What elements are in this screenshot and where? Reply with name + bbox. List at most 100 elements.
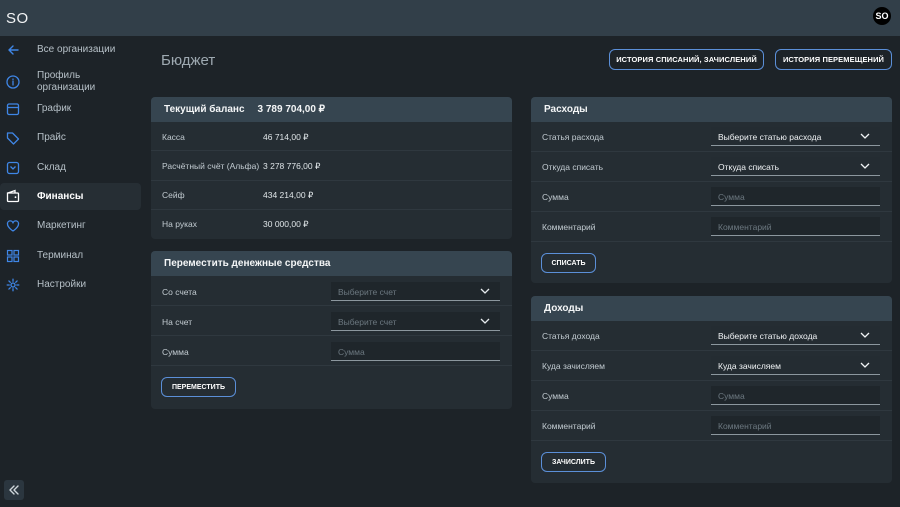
transfer-amount-label: Сумма [162, 347, 189, 357]
transfer-from-label: Со счета [162, 287, 197, 297]
expense-comment-placeholder: Комментарий [718, 222, 772, 232]
transfer-from-row: Со счета Выберите счет [151, 276, 512, 306]
chevron-down-icon [860, 332, 870, 338]
expense-amount-row: Сумма Сумма [531, 182, 892, 212]
box-icon [6, 161, 20, 175]
heart-icon [6, 220, 20, 232]
write-off-button[interactable]: СПИСАТЬ [541, 253, 596, 273]
sidebar-item-finance[interactable]: Финансы [0, 183, 141, 210]
transfer-card-header: Переместить денежные средства [151, 251, 512, 276]
sidebar-item-marketing[interactable]: Маркетинг [0, 219, 141, 233]
income-comment-placeholder: Комментарий [718, 421, 772, 431]
income-amount-row: Сумма Сумма [531, 381, 892, 411]
expense-source-row: Откуда списать Откуда списать [531, 152, 892, 182]
transfer-card: Переместить денежные средства Со счета В… [151, 251, 512, 409]
transfer-to-select[interactable]: Выберите счет [331, 312, 500, 331]
expenses-card: Расходы Статья расхода Выберите статью р… [531, 97, 892, 283]
balance-row-value: 3 278 776,00 ₽ [263, 161, 321, 171]
income-article-row: Статья дохода Выберите статью дохода [531, 321, 892, 351]
info-circle-icon [6, 75, 20, 89]
income-dest-select[interactable]: Куда зачисляем [711, 356, 880, 375]
transfer-from-select[interactable]: Выберите счет [331, 282, 500, 301]
balance-row-value: 30 000,00 ₽ [263, 219, 309, 229]
transfer-amount-placeholder: Сумма [338, 347, 365, 357]
expense-comment-label: Комментарий [542, 222, 596, 232]
income-article-select[interactable]: Выберите статью дохода [711, 326, 880, 345]
sidebar-item-price[interactable]: Прайс [0, 131, 141, 145]
chevron-down-icon [480, 288, 490, 294]
sidebar: Все организации Профиль организации Граф… [0, 36, 142, 507]
transfer-to-placeholder: Выберите счет [338, 317, 397, 327]
user-avatar[interactable]: SO [873, 7, 891, 25]
sidebar-item-label: График [37, 103, 72, 114]
transfer-to-row: На счет Выберите счет [151, 306, 512, 336]
expense-comment-input[interactable]: Комментарий [711, 217, 880, 236]
balance-title: Текущий баланс [164, 104, 245, 115]
balance-total: 3 789 704,00 ₽ [257, 104, 326, 115]
top-bar: SO SO [0, 0, 900, 36]
transfer-to-label: На счет [162, 317, 193, 327]
history-writeoffs-button[interactable]: ИСТОРИЯ СПИСАНИЙ, ЗАЧИСЛЕНИЙ [609, 49, 764, 70]
grid-icon [6, 249, 20, 263]
income-comment-label: Комментарий [542, 421, 596, 431]
sidebar-item-label: Склад [37, 162, 66, 173]
balance-card-header: Текущий баланс 3 789 704,00 ₽ [151, 97, 512, 122]
expense-article-select[interactable]: Выберите статью расхода [711, 127, 880, 146]
sidebar-item-warehouse[interactable]: Склад [0, 161, 141, 175]
balance-row-label: Касса [162, 132, 185, 142]
expense-article-label: Статья расхода [542, 132, 604, 142]
income-dest-value: Куда зачисляем [718, 361, 781, 371]
income-comment-row: Комментарий Комментарий [531, 411, 892, 441]
sidebar-item-organization-profile[interactable]: Профиль организации [0, 69, 141, 95]
balance-row-value: 434 214,00 ₽ [263, 190, 314, 200]
sidebar-item-settings[interactable]: Настройки [0, 278, 141, 292]
sidebar-item-schedule[interactable]: График [0, 102, 141, 116]
income-article-value: Выберите статью дохода [718, 331, 818, 341]
arrow-left-icon [8, 45, 19, 55]
sidebar-item-all-organizations[interactable]: Все организации [0, 43, 141, 57]
balance-row-label: На руках [162, 219, 197, 229]
income-dest-row: Куда зачисляем Куда зачисляем [531, 351, 892, 381]
income-card-header: Доходы [531, 296, 892, 321]
balance-row: Сейф 434 214,00 ₽ [151, 181, 512, 210]
balance-row-label: Сейф [162, 190, 185, 200]
expense-amount-label: Сумма [542, 192, 569, 202]
income-article-label: Статья дохода [542, 331, 600, 341]
sidebar-collapse-button[interactable] [4, 480, 24, 500]
history-moves-button[interactable]: ИСТОРИЯ ПЕРЕМЕЩЕНИЙ [775, 49, 892, 70]
income-amount-placeholder: Сумма [718, 391, 745, 401]
double-chevron-left-icon [9, 485, 19, 495]
balance-row-label: Расчётный счёт (Альфа) [162, 161, 260, 171]
expenses-card-header: Расходы [531, 97, 892, 122]
sidebar-item-terminal[interactable]: Терминал [0, 249, 141, 263]
page-title: Бюджет [161, 52, 216, 69]
gear-icon [6, 278, 20, 292]
app-logo[interactable]: SO [6, 10, 29, 27]
expense-source-value: Откуда списать [718, 162, 780, 172]
income-amount-input[interactable]: Сумма [711, 386, 880, 405]
chevron-down-icon [860, 362, 870, 368]
transfer-button[interactable]: ПЕРЕМЕСТИТЬ [161, 377, 236, 397]
expense-comment-row: Комментарий Комментарий [531, 212, 892, 242]
transfer-amount-row: Сумма Сумма [151, 336, 512, 366]
chevron-down-icon [860, 133, 870, 139]
sidebar-item-label: Маркетинг [37, 220, 86, 231]
balance-card: Текущий баланс 3 789 704,00 ₽ Касса 46 7… [151, 97, 512, 239]
balance-row: Касса 46 714,00 ₽ [151, 122, 512, 151]
income-comment-input[interactable]: Комментарий [711, 416, 880, 435]
sidebar-item-label: Прайс [37, 132, 66, 143]
expense-article-row: Статья расхода Выберите статью расхода [531, 122, 892, 152]
sidebar-item-label: Терминал [37, 250, 84, 261]
transfer-from-placeholder: Выберите счет [338, 287, 397, 297]
expense-amount-input[interactable]: Сумма [711, 187, 880, 206]
wallet-icon [6, 189, 20, 203]
transfer-amount-input[interactable]: Сумма [331, 342, 500, 361]
chevron-down-icon [860, 163, 870, 169]
sidebar-item-label: Финансы [37, 190, 84, 202]
expense-source-label: Откуда списать [542, 162, 604, 172]
credit-button[interactable]: ЗАЧИСЛИТЬ [541, 452, 606, 472]
sidebar-item-label: Настройки [37, 279, 87, 290]
sidebar-item-label: Все организации [37, 44, 116, 55]
expense-source-select[interactable]: Откуда списать [711, 157, 880, 176]
chevron-down-icon [480, 318, 490, 324]
